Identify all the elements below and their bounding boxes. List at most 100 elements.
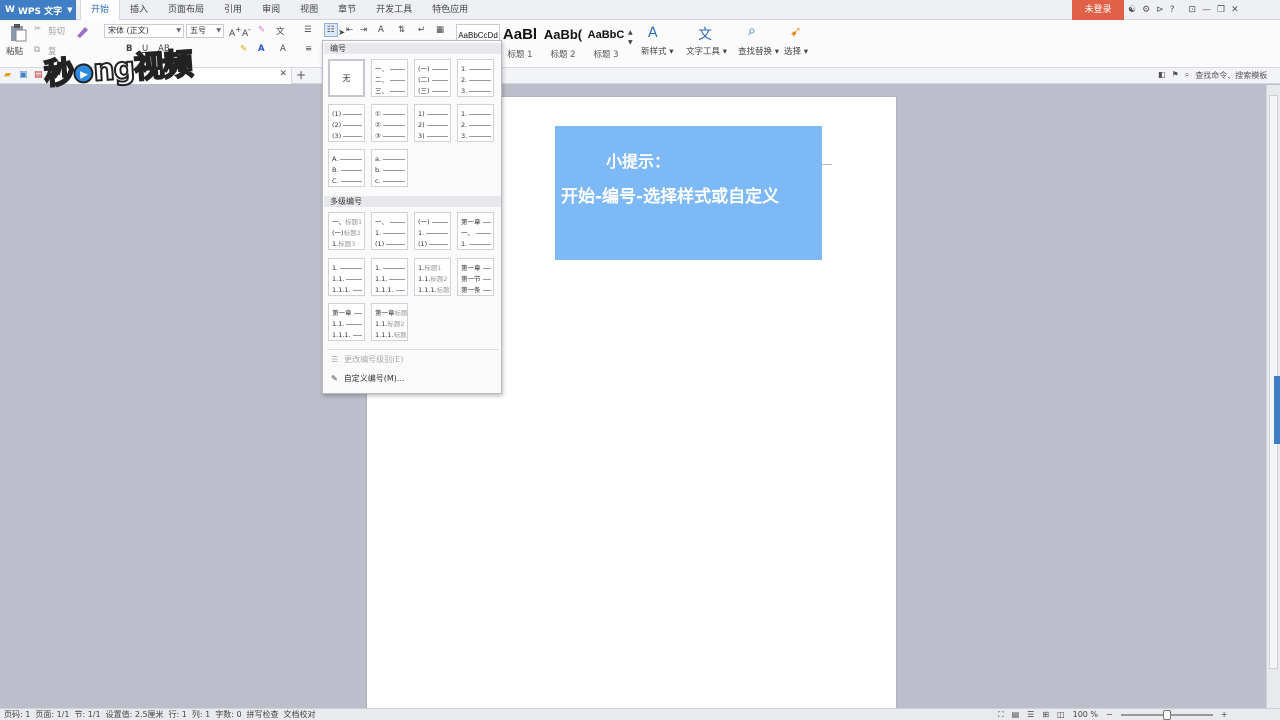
page-view-icon[interactable]: ▤: [1012, 709, 1020, 720]
open-icon[interactable]: ▰: [4, 70, 11, 80]
custom-numbering-menu-item[interactable]: ✎ 自定义编号(M)...: [331, 373, 404, 384]
table-icon[interactable]: ▦: [436, 25, 444, 35]
shrink-font-icon[interactable]: A-: [242, 25, 251, 39]
pinyin-icon[interactable]: 文: [276, 25, 285, 37]
tab-2[interactable]: 页面布局: [158, 0, 214, 20]
font-color-icon[interactable]: A: [258, 44, 265, 54]
numbering-option[interactable]: 第一章 1.1. 1.1.1.: [328, 303, 365, 341]
restore-ribbon-icon[interactable]: ⊡: [1188, 5, 1196, 15]
new-style-button[interactable]: 新样式 ▾: [641, 45, 673, 57]
find-replace-button[interactable]: 查找替换 ▾: [738, 45, 779, 57]
search-icon[interactable]: ⌕: [1185, 70, 1189, 81]
select-icon[interactable]: ➹: [790, 24, 802, 40]
outline-view-icon[interactable]: ☰: [1027, 709, 1034, 720]
paste-icon[interactable]: [8, 24, 28, 42]
tab-3[interactable]: 引用: [214, 0, 252, 20]
numbering-row: (一): [418, 64, 448, 74]
tab-0[interactable]: 开始: [80, 0, 121, 20]
font-size-select[interactable]: 五号 ▼: [186, 24, 224, 38]
help-icon[interactable]: ?: [1170, 5, 1175, 15]
align-left-icon[interactable]: ≡: [305, 44, 312, 54]
text-tools-icon[interactable]: 文: [698, 24, 712, 44]
feedback-icon[interactable]: ⚑: [1172, 70, 1179, 81]
numbering-option[interactable]: 1. 1.1. 1.1.1.: [328, 258, 365, 296]
tab-8[interactable]: 特色应用: [422, 0, 478, 20]
numbering-option[interactable]: 1.标题11.1.标题21.1.1.标题3: [414, 258, 451, 296]
increase-indent-icon[interactable]: ⇥: [360, 25, 367, 35]
paste-button[interactable]: 粘贴: [6, 45, 23, 57]
pin-icon[interactable]: ◧: [1158, 70, 1166, 81]
style-heading-2[interactable]: AaBb( 标题 2: [542, 24, 584, 64]
save-icon[interactable]: ▣: [19, 70, 28, 80]
numbering-option[interactable]: A. B. C.: [328, 149, 365, 187]
tab-4[interactable]: 审阅: [252, 0, 290, 20]
command-search[interactable]: 查找命令、搜索模板: [1195, 70, 1267, 81]
numbering-option[interactable]: 1) 2) 3): [414, 104, 451, 142]
zoom-slider[interactable]: [1120, 710, 1213, 720]
tab-7[interactable]: 开发工具: [366, 0, 422, 20]
styles-scroll[interactable]: ▲ ▼: [628, 28, 633, 48]
tab-5[interactable]: 视图: [290, 0, 328, 20]
zoom-in-icon[interactable]: +: [1221, 709, 1228, 720]
numbering-option[interactable]: 第一章标题11.1.标题21.1.1.标题3: [371, 303, 408, 341]
title-bar: W WPS 文字 ▼ 开始 插入 页面布局 引用 审阅 视图 章节 开发工具 特色应用 未登录 …: [0, 0, 1280, 20]
grow-font-icon[interactable]: A+: [229, 25, 241, 39]
show-marks-icon[interactable]: ↵: [418, 25, 425, 35]
zoom-out-icon[interactable]: −: [1106, 709, 1113, 720]
status-item[interactable]: 拼写检查: [247, 709, 279, 720]
numbering-option[interactable]: (一) 1. (1): [414, 212, 451, 250]
new-tab-icon[interactable]: +: [296, 68, 306, 82]
char-shading-icon[interactable]: A: [280, 44, 286, 54]
web-view-icon[interactable]: ⊞: [1042, 709, 1049, 720]
zoom-slider-knob[interactable]: [1162, 710, 1171, 720]
numbering-option[interactable]: 1. 2. 3.: [457, 59, 494, 97]
format-painter-icon[interactable]: [74, 24, 90, 43]
pdf-icon[interactable]: ▤: [34, 70, 43, 80]
login-button[interactable]: 未登录: [1072, 0, 1124, 20]
find-replace-icon[interactable]: ⌕: [748, 23, 756, 39]
text-tools-button[interactable]: 文字工具 ▾: [686, 45, 727, 57]
numbering-option[interactable]: (1) (2) (3): [328, 104, 365, 142]
minimize-icon[interactable]: —: [1202, 5, 1211, 15]
select-button[interactable]: 选择 ▾: [784, 45, 808, 57]
numbering-option[interactable]: 一、 二、 三、: [371, 59, 408, 97]
cut-icon[interactable]: ✂: [34, 24, 41, 34]
reading-view-icon[interactable]: ◫: [1057, 709, 1065, 720]
fit-icon[interactable]: ⛶: [998, 709, 1004, 720]
numbering-option-none[interactable]: 无: [328, 59, 365, 97]
settings-icon[interactable]: ⚙: [1142, 5, 1150, 15]
chinese-layout-icon[interactable]: A: [378, 25, 384, 35]
new-style-icon[interactable]: A: [648, 25, 658, 41]
font-name-select[interactable]: 宋体 (正文) ▼: [104, 24, 184, 38]
bullet-list-icon[interactable]: ☰: [304, 25, 312, 35]
numbering-option[interactable]: 一、 标题1 (一) 标题2 1. 标题3: [328, 212, 365, 250]
numbering-option[interactable]: 1. 1.1. 1.1.1.: [371, 258, 408, 296]
tab-6[interactable]: 章节: [328, 0, 366, 20]
style-heading-3[interactable]: AaBbC 标题 3: [585, 24, 627, 64]
share-icon[interactable]: ⊳: [1156, 5, 1164, 15]
numbering-option[interactable]: 1. 2. 3.: [457, 104, 494, 142]
clear-format-icon[interactable]: ✎: [258, 25, 265, 35]
numbered-list-button[interactable]: ☷: [324, 23, 338, 37]
copy-icon[interactable]: ⧉: [34, 45, 40, 55]
numbering-option[interactable]: a. b. c.: [371, 149, 408, 187]
status-item[interactable]: 文档校对: [284, 709, 316, 720]
cut-button[interactable]: 剪切: [48, 25, 65, 37]
tab-1[interactable]: 插入: [120, 0, 158, 20]
skin-icon[interactable]: ☯: [1128, 5, 1136, 15]
numbering-option[interactable]: 第一章 第一节 第一条: [457, 258, 494, 296]
change-level-menu-item[interactable]: ☰ 更改编号级别(E): [331, 354, 403, 365]
numbering-option[interactable]: ① ② ③: [371, 104, 408, 142]
close-tab-icon[interactable]: ✕: [279, 69, 287, 79]
close-icon[interactable]: ✕: [1231, 5, 1239, 15]
style-heading-1[interactable]: AaBl 标题 1: [500, 24, 540, 64]
numbering-option[interactable]: 第一章 一、 1.: [457, 212, 494, 250]
decrease-indent-icon[interactable]: ⇤: [346, 25, 353, 35]
highlight-icon[interactable]: ✎: [240, 44, 247, 54]
maximize-icon[interactable]: ❐: [1217, 5, 1225, 15]
app-menu-button[interactable]: W WPS 文字 ▼: [0, 0, 76, 20]
side-panel-toggle[interactable]: [1274, 376, 1280, 444]
numbering-option[interactable]: (一) (二) (三): [414, 59, 451, 97]
sort-icon[interactable]: ⇅: [398, 25, 405, 35]
numbering-option[interactable]: 一、 1. (1): [371, 212, 408, 250]
